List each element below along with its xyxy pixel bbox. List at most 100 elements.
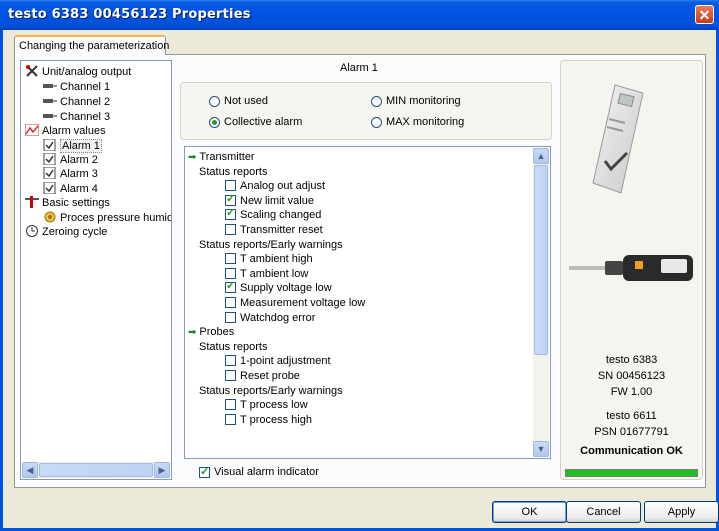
event-checkbox-item[interactable]: Watchdog error [225, 311, 315, 325]
tree-item-label: Channel 2 [60, 96, 111, 108]
tree-item-basic-settings[interactable]: Basic settings [25, 196, 110, 210]
event-checkbox-item[interactable]: T process high [225, 413, 312, 427]
event-checkbox-item[interactable]: Supply voltage low [225, 280, 332, 295]
checkbox-box[interactable] [225, 180, 236, 192]
event-label: T process high [240, 413, 312, 426]
checkbox-box[interactable] [225, 370, 236, 381]
radio-circle[interactable] [371, 95, 382, 107]
checkbox-box[interactable] [225, 311, 236, 323]
radio-max-monitoring[interactable]: MAX monitoring [371, 116, 464, 128]
scroll-left-button[interactable]: ◀ [22, 462, 38, 478]
scroll-thumb[interactable] [534, 165, 548, 355]
event-checkbox-item[interactable]: T process low [225, 399, 308, 412]
event-label: Transmitter [199, 151, 255, 163]
events-vertical-scrollbar[interactable]: ▲ ▼ [533, 148, 549, 457]
radio-circle[interactable] [209, 116, 220, 128]
tree-item-alarm-2[interactable]: Alarm 2 [43, 152, 98, 167]
radio-min-monitoring[interactable]: MIN monitoring [371, 95, 461, 107]
process-icon [43, 211, 57, 223]
tree-item-alarm-1[interactable]: Alarm 1 [43, 138, 102, 153]
event-label: T ambient low [240, 267, 309, 280]
event-checkbox-item[interactable]: Analog out adjust [225, 180, 325, 193]
event-checkbox-item[interactable]: Measurement voltage low [225, 297, 365, 310]
checkbox-box[interactable] [225, 224, 236, 235]
checkbox-box[interactable] [225, 253, 236, 265]
checkbox-box[interactable] [225, 355, 236, 367]
tree-item-alarm-values[interactable]: Alarm values [24, 123, 106, 138]
event-checkbox-item[interactable]: Scaling changed [225, 207, 322, 222]
communication-status: Communication OK [580, 445, 683, 457]
radio-label: Collective alarm [224, 116, 303, 128]
alarm-events-list[interactable]: T process high T process low Status report… [184, 146, 551, 459]
radio-circle[interactable] [371, 116, 382, 128]
tab-changing-parameterization[interactable]: Changing the parameterization [14, 35, 169, 55]
checkbox-box[interactable] [225, 207, 236, 221]
event-subgroup: Status reports/Early warnings [199, 385, 343, 398]
cancel-button[interactable]: Cancel [566, 501, 641, 523]
visual-alarm-indicator-checkbox[interactable]: Visual alarm indicator [199, 465, 319, 478]
event-label: T process low [240, 399, 308, 412]
tree-item-label: Basic settings [42, 197, 110, 209]
checkbox-box[interactable] [225, 297, 236, 308]
checkbox-box[interactable] [225, 280, 236, 294]
event-checkbox-item[interactable]: T ambient low [225, 267, 309, 281]
settings-tree[interactable]: Zeroing cycle Proces pressure humidity Bas… [20, 60, 172, 480]
checkbox-box[interactable] [199, 465, 210, 478]
event-checkbox-item[interactable]: Reset probe [225, 370, 300, 383]
radio-label: Not used [224, 95, 269, 107]
scroll-up-button[interactable]: ▲ [533, 148, 549, 164]
probe-image [569, 255, 693, 281]
tree-item-alarm-3[interactable]: Alarm 3 [43, 166, 98, 181]
checkbox-box[interactable] [225, 267, 236, 279]
checkbox-doc-icon [43, 181, 57, 195]
scroll-thumb[interactable] [39, 463, 153, 477]
tree-item-zeroing-cycle[interactable]: Zeroing cycle [25, 225, 107, 239]
event-subgroup: Status reports [199, 341, 267, 354]
event-label: New limit value [240, 194, 314, 207]
alarm-chart-icon [24, 123, 40, 137]
tree-item-alarm-4[interactable]: Alarm 4 [43, 181, 98, 196]
clock-icon [25, 225, 39, 237]
event-label: Status reports [199, 165, 268, 178]
radio-collective-alarm[interactable]: Collective alarm [209, 116, 302, 128]
channel-icon [43, 110, 57, 122]
tree-item-label: Channel 3 [60, 111, 111, 123]
event-label: Status reports/Early warnings [199, 384, 343, 397]
checkbox-box[interactable] [225, 413, 236, 425]
event-label: Scaling changed [240, 209, 322, 222]
event-checkbox-item[interactable]: 1-point adjustment [225, 355, 331, 368]
checkbox-box[interactable] [225, 193, 236, 206]
tree-item-proces-pressure-humidity[interactable]: Proces pressure humidity [43, 211, 171, 225]
title-bar[interactable]: testo 6383 00456123 Properties ✕ [0, 0, 719, 30]
event-checkbox-item[interactable]: T ambient high [225, 253, 313, 266]
radio-label: MAX monitoring [386, 116, 465, 128]
scroll-down-button[interactable]: ▼ [533, 441, 549, 457]
ok-button[interactable]: OK [492, 501, 567, 523]
tree-item-channel-1[interactable]: Channel 1 [43, 80, 110, 94]
tree-item-label: Zeroing cycle [42, 226, 108, 238]
alarm-mode-group: Not used MIN monitoring Collective alarm MA… [180, 82, 552, 140]
tree-item-channel-3[interactable]: Channel 3 [43, 110, 110, 124]
close-button[interactable]: ✕ [695, 5, 714, 24]
radio-circle[interactable] [209, 95, 220, 107]
event-checkbox-item[interactable]: Transmitter reset [225, 224, 323, 237]
tree-item-unit-analog-output[interactable]: Unit/analog output [25, 65, 131, 79]
tree-item-channel-2[interactable]: Channel 2 [43, 95, 110, 109]
event-checkbox-item[interactable]: New limit value [225, 193, 314, 208]
event-label: Analog out adjust [240, 180, 326, 193]
radio-not-used[interactable]: Not used [209, 95, 268, 107]
event-label: Measurement voltage low [240, 297, 366, 309]
tree-horizontal-scrollbar[interactable]: ◀ ▶ [22, 462, 170, 478]
channel-icon [43, 80, 57, 92]
scroll-right-button[interactable]: ▶ [154, 462, 170, 478]
checkbox-box[interactable] [225, 399, 236, 411]
arrow-right-icon: ➡ [188, 327, 197, 339]
event-label: Status reports/Early warnings [199, 238, 343, 251]
window-title: testo 6383 00456123 Properties [8, 7, 251, 22]
connection-level-bar [565, 469, 698, 477]
event-label: Transmitter reset [240, 224, 323, 236]
tree-item-label: Alarm values [42, 125, 106, 137]
transmitter-image [592, 84, 644, 194]
apply-button[interactable]: Apply [644, 501, 719, 523]
channel-icon [43, 95, 57, 107]
